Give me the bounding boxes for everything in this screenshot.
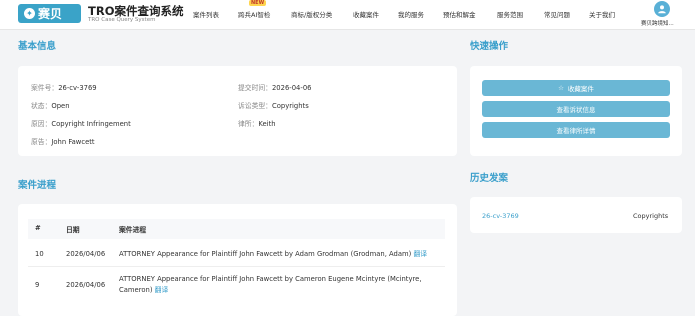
nav-case-list[interactable]: 案件列表 — [193, 9, 219, 19]
history-case-link[interactable]: 26-cv-3769 — [482, 212, 519, 220]
row-1-translate-link[interactable]: 翻译 — [413, 250, 427, 258]
nav-service-scope[interactable]: 服务范围 — [497, 9, 523, 19]
view-complaint-button[interactable]: 查看诉状信息 — [482, 101, 670, 117]
case-type-field: 诉讼类型：Copyrights — [238, 102, 309, 110]
filed-date: 2026-04-06 — [271, 84, 312, 92]
nav-settlement-estimate[interactable]: 预估和解金 — [443, 9, 476, 19]
logo-text: 赛贝 — [38, 7, 63, 21]
status-value: Open — [51, 102, 70, 110]
cause-field: 原因：Copyright Infringement — [31, 120, 131, 128]
col-number-header: # — [35, 224, 41, 232]
col-progress-header: 案件进程 — [119, 226, 147, 234]
top-header: ✦ 赛贝 TRO案件查询系统 TRO Case Query System 案件列… — [0, 0, 695, 30]
row-1-date: 2026/04/06 — [66, 250, 106, 258]
status-field: 状态：Open — [31, 102, 70, 110]
progress-table-header — [28, 219, 445, 239]
logo-mark-icon: ✦ — [24, 8, 35, 19]
row-2-number: 9 — [35, 281, 40, 289]
plaintiff-name: John Fawcett — [51, 138, 95, 146]
user-avatar-icon[interactable] — [654, 1, 670, 17]
row-1-description: ATTORNEY Appearance for Plaintiff John F… — [119, 250, 428, 258]
favorite-case-button[interactable]: ☆ 收藏案件 — [482, 80, 670, 96]
case-number-field: 案件号：26-cv-3769 — [31, 84, 97, 92]
law-firm-field: 律所：Keith — [238, 120, 276, 128]
row-1-number: 10 — [35, 250, 44, 258]
quick-actions-title: 快速操作 — [470, 41, 509, 52]
star-icon: ☆ — [558, 84, 564, 92]
history-title: 历史发案 — [470, 173, 509, 184]
plaintiff-field: 原告：John Fawcett — [31, 138, 95, 146]
row-divider — [28, 266, 445, 267]
case-type: Copyrights — [271, 102, 309, 110]
nav-trademark-category[interactable]: 商标/版权分类 — [291, 9, 332, 19]
nav-about[interactable]: 关于我们 — [589, 9, 615, 19]
row-2-translate-link[interactable]: 翻译 — [155, 286, 169, 294]
cause-value: Copyright Infringement — [51, 120, 131, 128]
nav-faq[interactable]: 常见问题 — [544, 9, 570, 19]
nav-my-services[interactable]: 我的服务 — [398, 9, 424, 19]
new-badge: NEW — [249, 0, 267, 6]
brand-logo[interactable]: ✦ 赛贝 — [18, 4, 81, 23]
system-subtitle: TRO Case Query System — [88, 17, 156, 23]
nav-ai-check[interactable]: 跨兵AI智检 — [238, 9, 270, 19]
case-progress-title: 案件进程 — [18, 180, 57, 191]
view-law-firm-button[interactable]: 查看律所详情 — [482, 122, 670, 138]
basic-info-title: 基本信息 — [18, 41, 57, 52]
row-2-description: ATTORNEY Appearance for Plaintiff John F… — [119, 275, 422, 294]
user-name[interactable]: 赛贝跨境知... — [641, 19, 674, 27]
nav-favorites[interactable]: 收藏案件 — [353, 9, 379, 19]
filed-date-field: 提交时间：2026-04-06 — [238, 84, 312, 92]
case-number: 26-cv-3769 — [58, 84, 97, 92]
law-firm: Keith — [258, 120, 276, 128]
row-2-date: 2026/04/06 — [66, 281, 106, 289]
col-date-header: 日期 — [66, 226, 80, 234]
history-case-type: Copyrights — [633, 212, 669, 220]
